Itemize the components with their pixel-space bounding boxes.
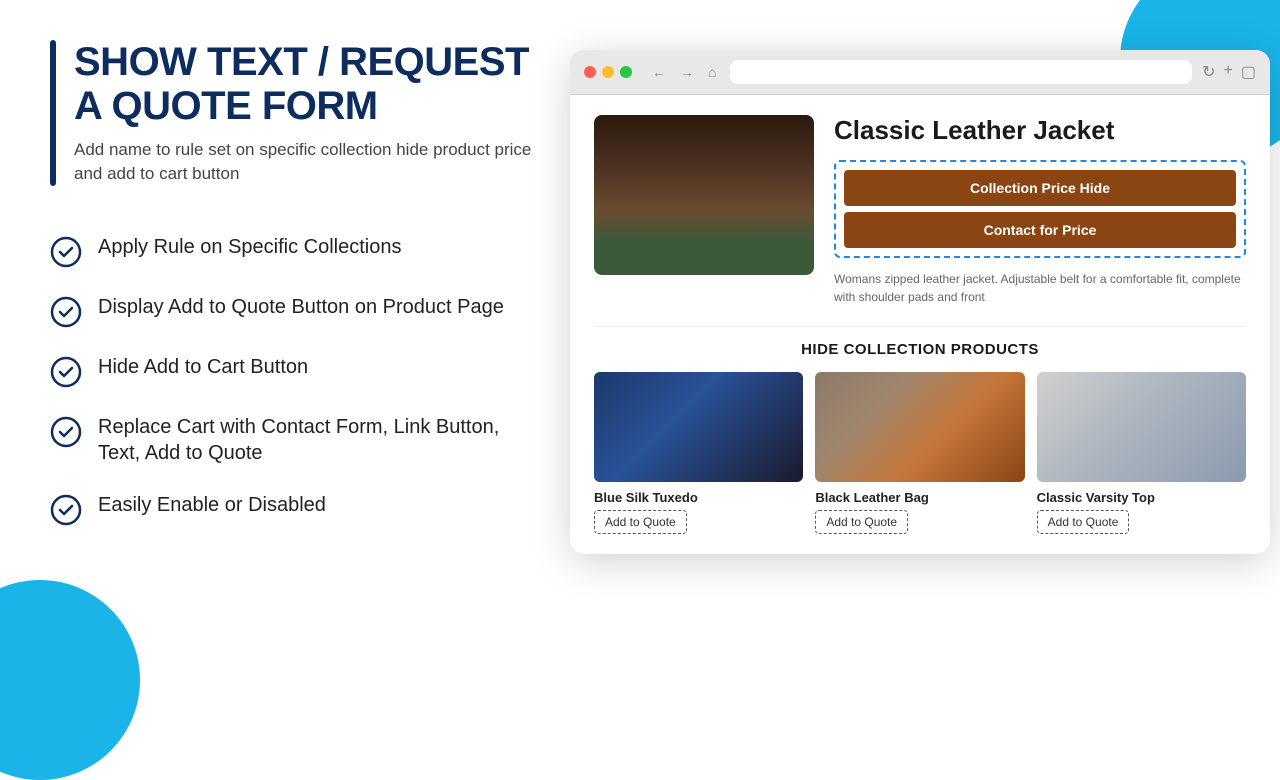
list-item: Hide Add to Cart Button	[50, 354, 540, 388]
close-dot[interactable]	[584, 66, 596, 78]
page-subtitle: Add name to rule set on specific collect…	[74, 138, 540, 186]
feature-text-2: Display Add to Quote Button on Product P…	[98, 294, 504, 320]
new-tab-icon[interactable]: +	[1224, 62, 1233, 82]
list-item: Replace Cart with Contact Form, Link But…	[50, 414, 540, 466]
features-list: Apply Rule on Specific Collections Displ…	[50, 234, 540, 526]
more-icon[interactable]: ▢	[1241, 62, 1256, 82]
product-card-name-2: Black Leather Bag	[815, 490, 1024, 505]
heading-block: SHOW TEXT / REQUEST A QUOTE FORM Add nam…	[50, 40, 540, 186]
contact-for-price-button[interactable]: Contact for Price	[844, 212, 1236, 248]
forward-icon[interactable]: →	[676, 62, 698, 82]
browser-traffic-lights	[584, 66, 632, 78]
product-card-name-3: Classic Varsity Top	[1037, 490, 1246, 505]
product-info: Classic Leather Jacket Collection Price …	[834, 115, 1246, 306]
browser-actions: ↻ + ▢	[1202, 62, 1256, 82]
product-image	[594, 115, 814, 275]
product-buttons-box: Collection Price Hide Contact for Price	[834, 160, 1246, 258]
list-item: Apply Rule on Specific Collections	[50, 234, 540, 268]
add-to-quote-button-3[interactable]: Add to Quote	[1037, 510, 1130, 534]
browser-bar: ← → ⌂ ↻ + ▢	[570, 50, 1270, 95]
browser-navigation: ← → ⌂	[648, 62, 720, 82]
collection-price-hide-button[interactable]: Collection Price Hide	[844, 170, 1236, 206]
right-panel: ← → ⌂ ↻ + ▢	[570, 40, 1270, 690]
products-grid: Blue Silk Tuxedo Add to Quote Black Leat…	[594, 372, 1246, 534]
heading-text: SHOW TEXT / REQUEST A QUOTE FORM Add nam…	[74, 40, 540, 186]
product-detail: Classic Leather Jacket Collection Price …	[594, 115, 1246, 306]
product-image-box	[594, 115, 814, 275]
feature-text-3: Hide Add to Cart Button	[98, 354, 308, 380]
add-to-quote-button-1[interactable]: Add to Quote	[594, 510, 687, 534]
heading-bar	[50, 40, 56, 186]
checkmark-icon	[50, 356, 82, 388]
product-card-image-bag	[815, 372, 1024, 482]
product-description: Womans zipped leather jacket. Adjustable…	[834, 270, 1246, 306]
back-icon[interactable]: ←	[648, 62, 670, 82]
address-bar[interactable]	[730, 60, 1192, 84]
minimize-dot[interactable]	[602, 66, 614, 78]
product-card-image-tuxedo	[594, 372, 803, 482]
product-card-image-varsity	[1037, 372, 1246, 482]
add-to-quote-button-2[interactable]: Add to Quote	[815, 510, 908, 534]
product-name: Classic Leather Jacket	[834, 115, 1246, 146]
refresh-icon[interactable]: ↻	[1202, 62, 1215, 82]
list-item: Display Add to Quote Button on Product P…	[50, 294, 540, 328]
browser-mockup: ← → ⌂ ↻ + ▢	[570, 50, 1270, 554]
product-card-bag: Black Leather Bag Add to Quote	[815, 372, 1024, 534]
feature-text-1: Apply Rule on Specific Collections	[98, 234, 402, 260]
browser-content: Classic Leather Jacket Collection Price …	[570, 95, 1270, 554]
hide-collection-section: HIDE COLLECTION PRODUCTS Blue Silk Tuxed…	[594, 326, 1246, 534]
page-title: SHOW TEXT / REQUEST A QUOTE FORM	[74, 40, 540, 128]
home-icon[interactable]: ⌂	[704, 62, 720, 82]
fullscreen-dot[interactable]	[620, 66, 632, 78]
checkmark-icon	[50, 236, 82, 268]
checkmark-icon	[50, 416, 82, 448]
feature-text-4: Replace Cart with Contact Form, Link But…	[98, 414, 540, 466]
list-item: Easily Enable or Disabled	[50, 492, 540, 526]
product-card-name-1: Blue Silk Tuxedo	[594, 490, 803, 505]
feature-text-5: Easily Enable or Disabled	[98, 492, 326, 518]
checkmark-icon	[50, 494, 82, 526]
left-panel: SHOW TEXT / REQUEST A QUOTE FORM Add nam…	[50, 40, 540, 690]
product-card-tuxedo: Blue Silk Tuxedo Add to Quote	[594, 372, 803, 534]
checkmark-icon	[50, 296, 82, 328]
collection-section-title: HIDE COLLECTION PRODUCTS	[594, 341, 1246, 358]
product-card-varsity: Classic Varsity Top Add to Quote	[1037, 372, 1246, 534]
